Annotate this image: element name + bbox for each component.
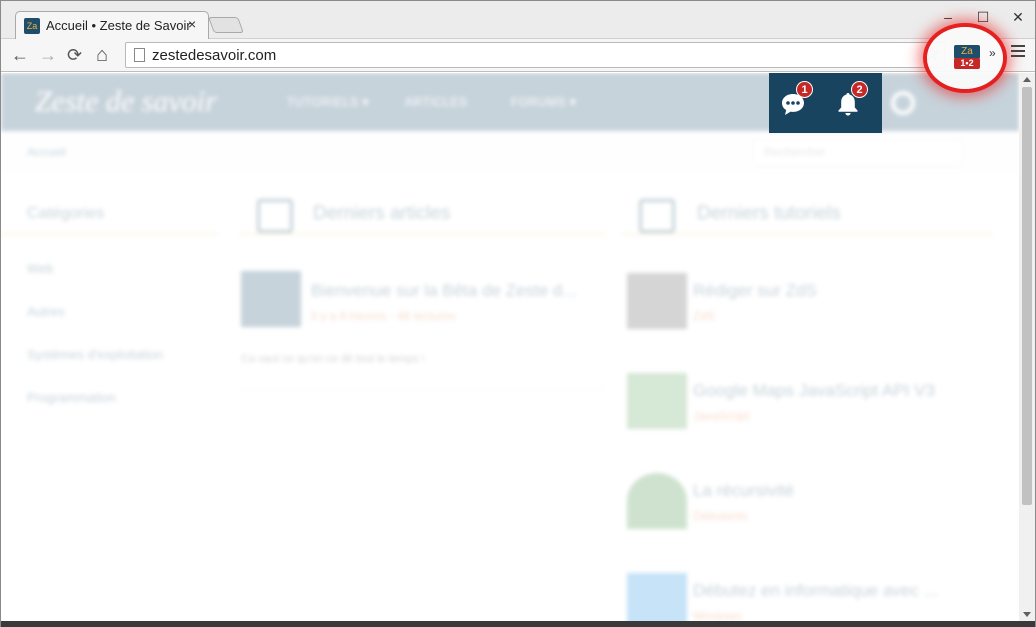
scroll-down-arrow-icon[interactable] bbox=[1023, 612, 1031, 617]
zds-favicon-icon: Za bbox=[24, 18, 40, 34]
tutorial-thumbnail[interactable] bbox=[627, 473, 687, 529]
article-divider bbox=[239, 389, 605, 390]
page-content: Zeste de savoir TUTORIELS ▾ ARTICLES FOR… bbox=[1, 73, 1019, 621]
tutorials-heading: Derniers tutoriels bbox=[697, 203, 841, 224]
extension-count-badge: 1•2 bbox=[954, 58, 980, 69]
tab-title: Accueil • Zeste de Savoir bbox=[46, 18, 191, 33]
messages-badge: 1 bbox=[796, 81, 813, 98]
browser-toolbar: ← → ⟳ ⌂ zestedesavoir.com ☆ bbox=[1, 39, 1035, 72]
address-bar[interactable]: zestedesavoir.com bbox=[125, 42, 945, 68]
url-text: zestedesavoir.com bbox=[152, 47, 277, 64]
sidebar-item[interactable]: Systèmes d'exploitation bbox=[27, 347, 163, 362]
tutorial-title[interactable]: Google Maps JavaScript API V3 bbox=[693, 381, 935, 401]
notifications-panel: 1 2 bbox=[769, 73, 882, 133]
home-button[interactable]: ⌂ bbox=[96, 45, 108, 65]
extensions-overflow-icon[interactable]: » bbox=[989, 46, 996, 60]
sidebar-title: Catégories bbox=[27, 205, 105, 222]
zds-extension-button[interactable]: Za 1•2 bbox=[954, 45, 980, 69]
zds-extension-logo-icon: Za bbox=[954, 45, 980, 59]
forward-button[interactable]: → bbox=[39, 45, 57, 65]
maximize-button[interactable]: ☐ bbox=[973, 9, 993, 26]
article-thumbnail[interactable] bbox=[241, 271, 301, 327]
title-bar: Za Accueil • Zeste de Savoir × – ☐ ✕ bbox=[1, 1, 1035, 39]
tutorial-thumbnail[interactable] bbox=[627, 373, 687, 429]
breadcrumb[interactable]: Accueil bbox=[27, 145, 66, 159]
notifications-badge: 2 bbox=[851, 81, 868, 98]
tutorials-icon bbox=[639, 199, 675, 233]
tutorial-category: Débutants bbox=[693, 509, 748, 523]
reload-button[interactable]: ⟳ bbox=[67, 45, 82, 65]
window-bottom-edge bbox=[1, 621, 1035, 627]
tutorial-title[interactable]: Débutez en informatique avec ... bbox=[693, 581, 938, 601]
sidebar-divider bbox=[1, 233, 219, 235]
articles-divider bbox=[239, 233, 605, 235]
scroll-up-arrow-icon[interactable] bbox=[1023, 77, 1031, 82]
active-tab[interactable]: Za Accueil • Zeste de Savoir × bbox=[15, 11, 209, 39]
tutorials-divider bbox=[621, 233, 993, 235]
sidebar-item[interactable]: Autres bbox=[27, 304, 65, 319]
tutorial-thumbnail[interactable] bbox=[627, 573, 687, 621]
tutorial-title[interactable]: La récursivité bbox=[693, 481, 794, 501]
nav-tutorials[interactable]: TUTORIELS ▾ bbox=[287, 95, 369, 109]
breadcrumb-bar: Accueil Rechercher bbox=[1, 133, 1019, 171]
article-title[interactable]: Bienvenue sur la Bêta de Zeste d... bbox=[311, 281, 577, 301]
page-icon bbox=[134, 48, 145, 62]
settings-icon[interactable] bbox=[891, 91, 915, 115]
browser-menu-icon[interactable] bbox=[1011, 45, 1025, 60]
tutorial-category: Windows bbox=[693, 609, 742, 621]
articles-heading: Derniers articles bbox=[313, 203, 451, 224]
notifications-button[interactable]: 2 bbox=[835, 81, 868, 117]
tutorial-title[interactable]: Rédiger sur ZdS bbox=[693, 281, 817, 301]
articles-icon bbox=[257, 199, 293, 233]
messages-button[interactable]: 1 bbox=[780, 81, 813, 117]
tutorial-category: JavaScript bbox=[693, 409, 750, 423]
site-logo[interactable]: Zeste de savoir bbox=[35, 85, 217, 119]
nav-forums[interactable]: FORUMS ▾ bbox=[511, 95, 576, 109]
vertical-scrollbar[interactable] bbox=[1019, 73, 1035, 621]
minimize-button[interactable]: – bbox=[938, 9, 958, 25]
sidebar-item[interactable]: Web bbox=[27, 261, 54, 276]
search-placeholder: Rechercher bbox=[764, 145, 827, 159]
article-meta: Il y a 8 heures · 46 lectures bbox=[311, 309, 456, 323]
scrollbar-thumb[interactable] bbox=[1022, 87, 1032, 505]
sidebar-item[interactable]: Programmation bbox=[27, 390, 116, 405]
article-description: Ca vaut ce qu'on ce dit tout le temps ! bbox=[241, 353, 425, 365]
tab-close-icon[interactable]: × bbox=[188, 16, 196, 32]
close-window-button[interactable]: ✕ bbox=[1008, 9, 1028, 26]
tutorial-thumbnail[interactable] bbox=[627, 273, 687, 329]
tutorial-category: ZdS bbox=[693, 309, 716, 323]
nav-articles[interactable]: ARTICLES bbox=[405, 95, 467, 109]
search-input[interactable]: Rechercher bbox=[753, 139, 963, 165]
back-button[interactable]: ← bbox=[11, 45, 29, 65]
browser-window: Za Accueil • Zeste de Savoir × – ☐ ✕ ← →… bbox=[0, 0, 1036, 627]
new-tab-button[interactable] bbox=[208, 17, 244, 33]
